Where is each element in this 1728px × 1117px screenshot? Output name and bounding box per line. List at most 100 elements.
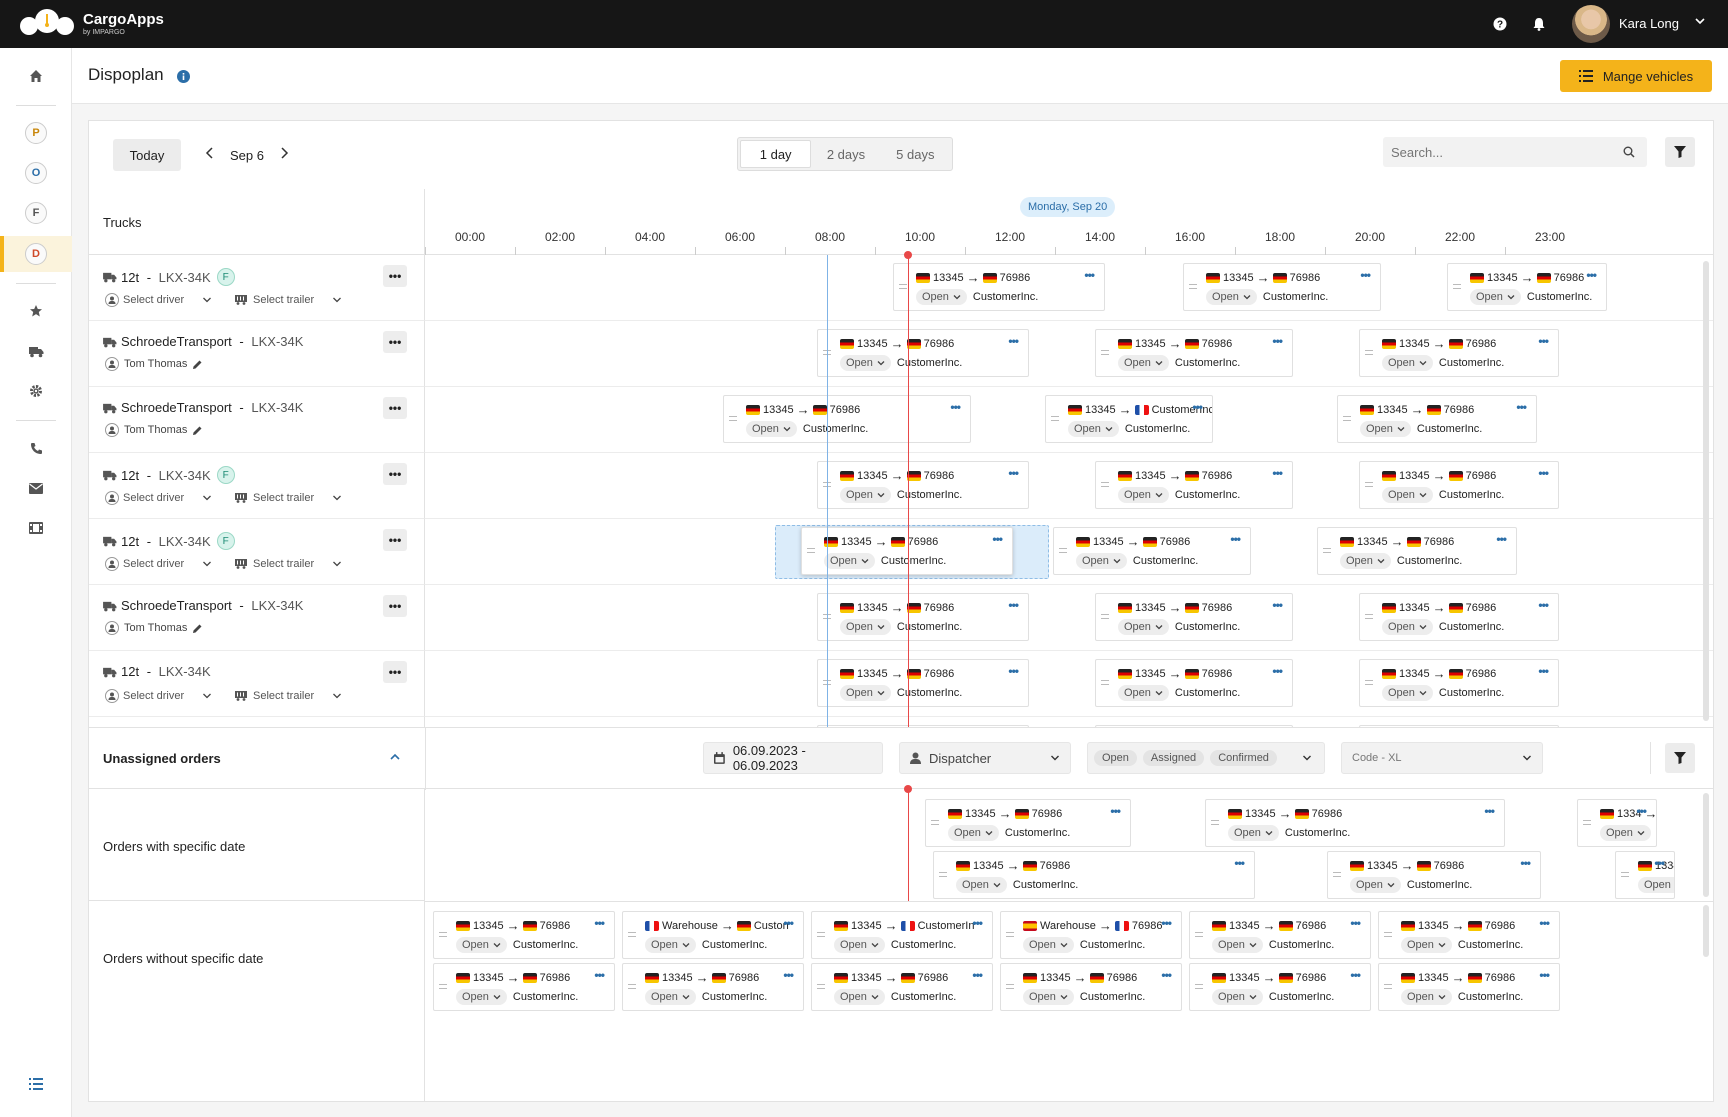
order-card[interactable]: 13345 → 76986 Open CustomerInc. •••	[1615, 851, 1675, 899]
status-select[interactable]: Open	[1382, 487, 1433, 503]
sidebar-item-d[interactable]: D	[0, 236, 72, 272]
status-select[interactable]: Open	[456, 937, 507, 953]
help-icon[interactable]: ?	[1490, 14, 1510, 34]
drag-handle[interactable]	[1101, 614, 1109, 619]
status-select[interactable]: Open	[834, 937, 885, 953]
more-icon[interactable]: •••	[1539, 968, 1550, 982]
order-card[interactable]: 13345 → 76986 Open CustomerInc. •••	[1337, 395, 1537, 443]
status-select[interactable]: Open	[1382, 685, 1433, 701]
drag-handle[interactable]	[1365, 614, 1373, 619]
order-card[interactable]: 13345 → 76986 Open CustomerInc. •••	[933, 851, 1255, 899]
status-select[interactable]: Open	[1206, 289, 1257, 305]
more-icon[interactable]: •••	[1484, 804, 1495, 818]
more-icon[interactable]: •••	[1110, 804, 1121, 818]
status-select[interactable]: Open	[1350, 877, 1401, 893]
pencil-icon[interactable]	[192, 359, 203, 370]
drag-handle[interactable]	[1211, 820, 1219, 825]
status-select[interactable]: Open	[1638, 877, 1674, 893]
status-select[interactable]: Open	[1118, 487, 1169, 503]
order-card[interactable]: 13345 → 76986 Open CustomerInc. •••	[801, 527, 1013, 575]
scrollbar[interactable]	[1703, 905, 1709, 957]
drag-handle[interactable]	[1323, 548, 1331, 553]
select-driver[interactable]: Select driver	[105, 687, 212, 705]
drag-handle[interactable]	[628, 984, 636, 989]
order-card[interactable]: 13345 → CustomerInc. Open CustomerInc. •…	[1045, 395, 1213, 443]
status-select[interactable]: Open	[948, 825, 999, 841]
drag-handle[interactable]	[1189, 284, 1197, 289]
drag-handle[interactable]	[817, 984, 825, 989]
drag-handle[interactable]	[628, 932, 636, 937]
more-icon[interactable]: •••	[1496, 532, 1507, 546]
select-trailer[interactable]: Select trailer	[235, 555, 342, 573]
status-select[interactable]: Open	[1340, 553, 1391, 569]
select-driver[interactable]: Select driver	[105, 291, 212, 309]
more-icon[interactable]: •••	[1636, 804, 1647, 818]
more-icon[interactable]: •••	[1538, 664, 1549, 678]
order-card[interactable]: 13345 → 76986 Open CustomerInc. •••	[1095, 593, 1293, 641]
order-card[interactable]: 13345 → 76986 Open CustomerInc. •••	[811, 963, 993, 1011]
status-select[interactable]: Open	[1023, 937, 1074, 953]
status-select[interactable]: Open	[956, 877, 1007, 893]
filter-button[interactable]	[1665, 137, 1695, 167]
truck-name[interactable]: SchroedeTransport - LKX-34K	[103, 334, 303, 349]
order-card[interactable]: 13345 → 76986 Open CustomerInc. •••	[1378, 911, 1560, 959]
dispatcher-select[interactable]: Dispatcher	[899, 742, 1071, 774]
drag-handle[interactable]	[899, 284, 907, 289]
order-card[interactable]: 13345 → 76986 Open CustomerInc. •••	[1327, 851, 1541, 899]
drag-handle[interactable]	[1195, 932, 1203, 937]
order-card[interactable]: 13345 → 76986 Open CustomerInc. •••	[1447, 263, 1607, 311]
drag-handle[interactable]	[1621, 872, 1629, 877]
drag-handle[interactable]	[1059, 548, 1067, 553]
status-chip-assigned[interactable]: Assigned	[1142, 750, 1205, 766]
view-2-days[interactable]: 2 days	[811, 140, 880, 168]
order-card[interactable]: 13345 → 76986 Open CustomerInc. •••	[893, 263, 1105, 311]
status-select[interactable]: Open	[1118, 619, 1169, 635]
status-select[interactable]: Open	[840, 355, 891, 371]
manage-vehicles-button[interactable]: Mange vehicles	[1560, 60, 1712, 92]
sidebar-item-p[interactable]: P	[0, 116, 72, 150]
chevron-down-icon[interactable]	[1694, 14, 1706, 32]
truck-icon[interactable]	[0, 334, 72, 368]
order-card[interactable]: 13345 → 76986 Open CustomerInc. •••	[1095, 659, 1293, 707]
scrollbar[interactable]	[1703, 793, 1709, 897]
order-card[interactable]: 13345 → 76986 Open CustomerInc. •••	[817, 461, 1029, 509]
order-card[interactable]: 13345 → 76986 Open CustomerInc. •••	[1378, 963, 1560, 1011]
order-card[interactable]: 13345 → 76986 Open CustomerInc. •••	[433, 911, 615, 959]
drag-handle[interactable]	[439, 984, 447, 989]
bell-icon[interactable]	[1529, 14, 1549, 34]
drag-handle[interactable]	[1051, 416, 1059, 421]
more-icon[interactable]: •••	[1360, 268, 1371, 282]
star-icon[interactable]	[0, 294, 72, 328]
status-select[interactable]: Open	[1600, 825, 1651, 841]
order-card[interactable]: 13345 → 76986 Open CustomerInc. •••	[1359, 461, 1559, 509]
more-icon[interactable]: •••	[992, 532, 1003, 546]
status-chip-confirmed[interactable]: Confirmed	[1210, 750, 1277, 766]
drag-handle[interactable]	[931, 820, 939, 825]
drag-handle[interactable]	[1101, 680, 1109, 685]
code-select[interactable]: Code - XL	[1341, 742, 1543, 774]
more-icon[interactable]: •••	[1161, 916, 1172, 930]
more-icon[interactable]: •••	[1008, 598, 1019, 612]
more-icon[interactable]: •••	[1230, 532, 1241, 546]
drag-handle[interactable]	[1006, 984, 1014, 989]
select-driver[interactable]: Select driver	[105, 555, 212, 573]
status-select[interactable]: Open	[1382, 355, 1433, 371]
status-select[interactable]: Open	[1382, 619, 1433, 635]
more-icon[interactable]: •••	[972, 916, 983, 930]
sidebar-item-o[interactable]: O	[0, 156, 72, 190]
chevron-left-icon[interactable]	[205, 147, 215, 162]
more-icon[interactable]: •••	[1084, 268, 1095, 282]
gear-icon[interactable]	[0, 374, 72, 408]
more-icon[interactable]: •••	[950, 400, 961, 414]
more-icon[interactable]: •••	[1516, 400, 1527, 414]
view-5-days[interactable]: 5 days	[881, 140, 950, 168]
user-avatar[interactable]	[1572, 5, 1610, 43]
scrollbar[interactable]	[1703, 261, 1709, 721]
order-card[interactable]: 13345 → 76986 Open CustomerInc. •••	[817, 659, 1029, 707]
select-trailer[interactable]: Select trailer	[235, 291, 342, 309]
info-icon[interactable]	[177, 70, 190, 88]
status-select[interactable]: Open	[1068, 421, 1119, 437]
order-card[interactable]: 13345 → 76986 Open CustomerInc. •••	[1000, 963, 1182, 1011]
more-icon[interactable]: •••	[1008, 334, 1019, 348]
truck-name[interactable]: 12t - LKX-34K F	[103, 532, 235, 550]
